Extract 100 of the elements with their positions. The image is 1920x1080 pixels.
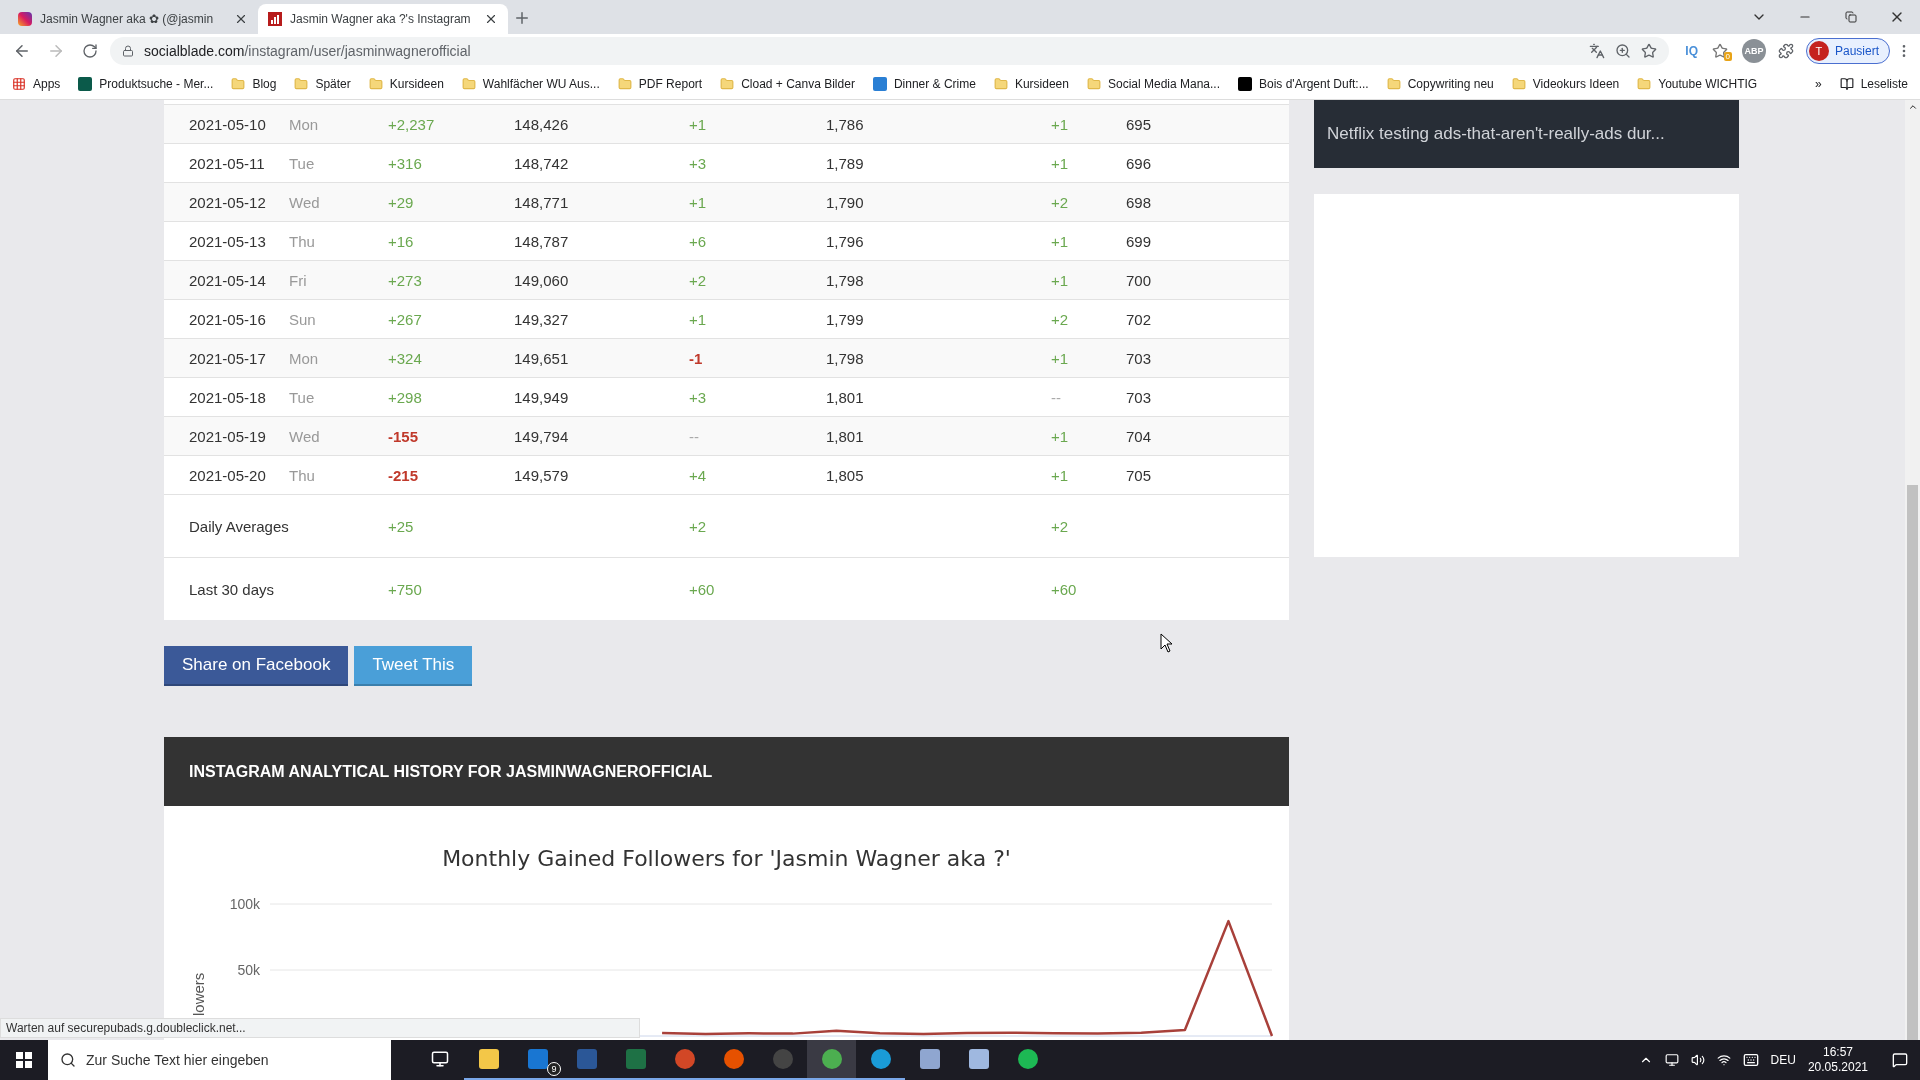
extension-icon[interactable] <box>1711 43 1728 59</box>
keyboard-icon[interactable] <box>1742 1052 1759 1068</box>
taskbar-search-field[interactable]: Zur Suche Text hier eingeben <box>48 1040 391 1080</box>
following-change-cell-text: +3 <box>689 154 708 172</box>
weekday-cell-text: Tue <box>289 154 316 172</box>
followers-change-cell-text: +273 <box>388 271 423 289</box>
restore-icon[interactable] <box>1845 11 1857 23</box>
followers-change-cell-text: +2,237 <box>388 115 436 133</box>
more-bookmarks[interactable]: » <box>1814 76 1822 91</box>
date-cell-text: 2021-05-20 <box>189 466 267 484</box>
bookmark-item[interactable]: Social Media Mana... <box>1086 76 1220 91</box>
followers-cell-text: 149,794 <box>514 427 570 445</box>
taskbar-clock[interactable]: 16:57 20.05.2021 <box>1807 1045 1868 1075</box>
bookmark-item[interactable]: Apps <box>12 76 61 91</box>
followers-cell-text: 149,327 <box>514 310 570 328</box>
bookmark-item[interactable]: Dinner & Crime <box>872 76 976 91</box>
following-change-cell-text: +1 <box>689 310 708 328</box>
volume-icon[interactable] <box>1690 1053 1705 1067</box>
date-cell-text: 2021-05-14 <box>189 271 267 289</box>
folder-icon <box>368 76 383 91</box>
reload-icon[interactable] <box>82 43 98 59</box>
media-change-cell-text: +1 <box>1051 349 1070 367</box>
browser-tab[interactable]: Jasmin Wagner aka ✿ (@jasmin <box>8 4 258 34</box>
extension-badge: 0 <box>1723 52 1732 61</box>
zoom-icon[interactable] <box>1615 43 1632 59</box>
close-icon[interactable] <box>234 12 248 26</box>
scroll-up-icon[interactable] <box>1907 102 1918 112</box>
share-button[interactable]: Share on Facebook <box>164 646 349 686</box>
followers-cell-text: 148,742 <box>514 154 570 172</box>
bookmark-item[interactable]: Youtube WICHTIG <box>1637 76 1758 91</box>
followers-change-cell-text: +298 <box>388 388 423 406</box>
bookmark-item[interactable]: Später <box>294 76 351 91</box>
back-icon[interactable] <box>13 42 31 60</box>
media-change-cell-text: +1 <box>1051 271 1070 289</box>
search-icon <box>60 1052 76 1068</box>
favicon-icon <box>1238 76 1252 91</box>
favicon-icon <box>78 76 93 91</box>
weekday-cell-text: Wed <box>289 193 321 211</box>
bookmark-item[interactable]: Bois d'Argent Duft:... <box>1238 76 1369 91</box>
summary-label: Last 30 days <box>189 580 276 598</box>
extensions-icon[interactable] <box>1777 43 1794 59</box>
media-change-cell-text: +2 <box>1051 310 1070 328</box>
followers-change-cell-text: +750 <box>388 580 423 598</box>
bookmark-star-icon[interactable] <box>1641 43 1658 59</box>
followers-cell-text: 149,579 <box>514 466 570 484</box>
media-change-cell-text: +2 <box>1051 517 1070 535</box>
profile-button[interactable]: T Pausiert <box>1805 38 1890 64</box>
weekday-cell-text: Thu <box>289 232 316 250</box>
weekday-cell-text: Mon <box>289 115 320 133</box>
following-change-cell-text: +60 <box>689 580 716 598</box>
followers-cell-text: 148,787 <box>514 232 570 250</box>
date-cell-text: 2021-05-18 <box>189 388 267 406</box>
bookmark-item[interactable]: Produktsuche - Mer... <box>78 76 214 91</box>
bookmark-item[interactable]: Videokurs Ideen <box>1511 76 1620 91</box>
language-indicator[interactable]: DEU <box>1770 1053 1796 1067</box>
folder-icon <box>461 76 476 91</box>
folder-icon <box>1511 76 1526 91</box>
following-cell-text: 1,805 <box>826 466 865 484</box>
folder-icon <box>1637 76 1652 91</box>
folder-icon <box>720 76 735 91</box>
bookmark-item[interactable]: Cload + Canva Bilder <box>720 76 855 91</box>
browser-tab[interactable]: Jasmin Wagner aka ?'s Instagram <box>258 4 508 34</box>
news-headline[interactable]: Netflix testing ads-that-aren't-really-ads dur... <box>1314 100 1739 168</box>
following-change-cell-text: -1 <box>689 349 704 367</box>
followers-change-cell-text: +16 <box>388 232 415 250</box>
address-bar[interactable]: socialblade.com/instagram/user/jasminwagnerofficial <box>110 37 1670 65</box>
bookmark-item[interactable]: PDF Report <box>617 76 703 91</box>
windows-icon[interactable] <box>16 1052 32 1068</box>
scrollbar[interactable] <box>1905 100 1920 1040</box>
app-icon[interactable] <box>919 1049 940 1069</box>
media-change-cell-text: -- <box>1051 388 1062 406</box>
followers-change-cell-text: +25 <box>388 517 415 535</box>
notifications-icon[interactable] <box>1892 1052 1908 1068</box>
date-cell-text: 2021-05-16 <box>189 310 267 328</box>
chart-title: Monthly Gained Followers for 'Jasmin Wagner aka ?' <box>442 846 1011 871</box>
network-icon[interactable] <box>1716 1053 1731 1067</box>
following-change-cell-text: +4 <box>689 466 708 484</box>
app-icon[interactable] <box>723 1049 744 1069</box>
followers-change-cell-text: +267 <box>388 310 423 328</box>
summary-label: Daily Averages <box>189 517 290 535</box>
bookmark-item[interactable]: Kursideen <box>368 76 444 91</box>
media-cell-text: 704 <box>1126 427 1153 445</box>
section-heading: INSTAGRAM ANALYTICAL HISTORY FOR JASMINWAGNEROFFICIAL <box>164 737 1289 806</box>
following-change-cell-text: +2 <box>689 271 708 289</box>
followers-change-cell-text: +324 <box>388 349 423 367</box>
reading-list-button[interactable]: Leseliste <box>1839 76 1908 91</box>
media-cell-text: 705 <box>1126 466 1153 484</box>
bookmark-item[interactable]: Kursideen <box>993 76 1069 91</box>
bookmark-item[interactable]: Blog <box>231 76 277 91</box>
translate-icon[interactable] <box>1589 43 1606 59</box>
bookmark-item[interactable]: Wahlfächer WU Aus... <box>461 76 600 91</box>
following-cell-text: 1,798 <box>826 349 865 367</box>
date-cell-text: 2021-05-11 <box>189 154 266 172</box>
bookmark-item[interactable]: Copywriting neu <box>1386 76 1494 91</box>
followers-change-cell-text: +29 <box>388 193 415 211</box>
following-cell-text: 1,796 <box>826 232 865 250</box>
media-change-cell-text: +1 <box>1051 466 1070 484</box>
close-icon[interactable] <box>484 12 498 26</box>
bar-chart-icon <box>268 12 282 26</box>
new-tab-icon[interactable] <box>513 9 531 27</box>
